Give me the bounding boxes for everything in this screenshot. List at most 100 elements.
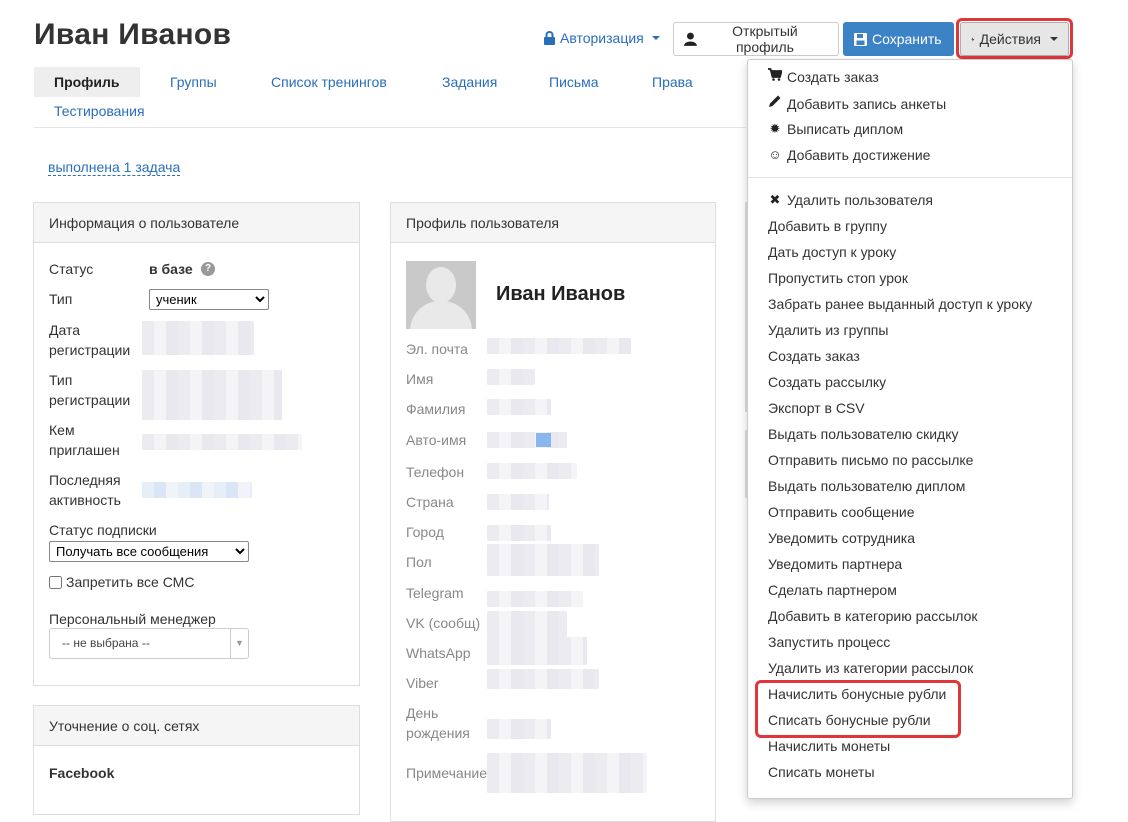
profile-field-birthday-1: День <box>406 705 439 721</box>
menu-item-grant-lesson-access[interactable]: Дать доступ к уроку <box>768 243 896 261</box>
last-activity-label-2: активность <box>49 492 121 508</box>
social-heading: Уточнение о соц. сетях <box>34 706 359 746</box>
menu-item-issue-diploma[interactable]: ✹ Выписать диплом <box>768 120 904 138</box>
actions-dropdown-menu: Создать заказ Добавить запись анкеты ✹ В… <box>747 59 1073 799</box>
redacted-value <box>487 432 567 448</box>
menu-item-create-order[interactable]: Создать заказ <box>768 68 879 86</box>
redacted-value <box>487 338 631 354</box>
tab-trainings[interactable]: Список тренингов <box>271 67 387 97</box>
profile-name: Иван Иванов <box>496 283 626 305</box>
profile-field-phone: Телефон <box>406 464 465 480</box>
tab-rights[interactable]: Права <box>652 67 693 97</box>
redacted-value <box>487 369 535 385</box>
redacted-value <box>487 591 583 607</box>
menu-item-add-achievement[interactable]: ☺ Добавить достижение <box>768 146 930 164</box>
redacted-value <box>487 719 551 739</box>
completed-tasks-link[interactable]: выполнена 1 задача <box>48 159 181 176</box>
save-button[interactable]: Сохранить <box>843 22 954 56</box>
open-profile-label: Открытый профиль <box>732 23 798 55</box>
menu-item-send-mailing-letter[interactable]: Отправить письмо по рассылке <box>768 451 973 469</box>
redacted-value <box>487 637 587 665</box>
menu-item-make-partner[interactable]: Сделать партнером <box>768 581 897 599</box>
reg-date-label-2: регистрации <box>49 342 131 358</box>
profile-field-viber: Viber <box>406 675 439 691</box>
menu-item-skip-stop-lesson[interactable]: Пропустить стоп урок <box>768 269 908 287</box>
menu-item-remove-from-group[interactable]: Удалить из группы <box>768 321 888 339</box>
menu-item-accrue-bonus-rubles[interactable]: Начислить бонусные рубли <box>768 685 946 703</box>
menu-item-add-form-record[interactable]: Добавить запись анкеты <box>768 94 946 113</box>
menu-item-write-off-bonus-rubles[interactable]: Списать бонусные рубли <box>768 711 931 729</box>
no-sms-checkbox[interactable] <box>49 575 62 589</box>
subscription-select[interactable]: Получать все сообщения <box>49 541 249 562</box>
menu-item-label: Добавить запись анкеты <box>787 95 947 112</box>
profile-field-country: Страна <box>406 494 454 510</box>
last-activity-label-1: Последняя <box>49 472 121 488</box>
open-profile-button[interactable]: Открытый профиль <box>673 22 839 56</box>
profile-field-last-name: Фамилия <box>406 401 466 417</box>
menu-item-add-to-mailing-category[interactable]: Добавить в категорию рассылок <box>768 607 978 625</box>
status-value: в базе <box>149 261 193 277</box>
menu-item-create-mailing[interactable]: Создать рассылку <box>768 373 886 391</box>
menu-item-give-discount[interactable]: Выдать пользователю скидку <box>768 425 959 443</box>
manager-combobox[interactable]: -- не выбрана -- ▼ <box>49 628 249 659</box>
auth-label: Авторизация <box>560 30 644 46</box>
tab-testing[interactable]: Тестирования <box>54 96 145 126</box>
menu-item-notify-employee[interactable]: Уведомить сотрудника <box>768 529 915 547</box>
manager-value: -- не выбрана -- <box>62 636 150 650</box>
actions-dropdown-button[interactable]: Действия <box>960 22 1069 56</box>
user-type-select[interactable]: ученик <box>149 289 269 310</box>
subscription-label: Статус подписки <box>49 522 157 538</box>
status-label: Статус <box>49 261 94 277</box>
menu-item-revoke-lesson-access[interactable]: Забрать ранее выданный доступ к уроку <box>768 295 1032 313</box>
menu-item-label: Удалить пользователя <box>787 192 933 208</box>
menu-item-start-process[interactable]: Запустить процесс <box>768 633 890 651</box>
user-icon <box>684 32 697 46</box>
chevron-down-icon: ▼ <box>230 629 248 658</box>
pencil-icon <box>768 94 782 113</box>
profile-field-telegram: Telegram <box>406 585 464 601</box>
floppy-icon <box>854 32 867 46</box>
no-sms-checkbox-label[interactable]: Запретить все СМС <box>49 574 194 590</box>
menu-item-notify-partner[interactable]: Уведомить партнера <box>768 555 902 573</box>
menu-divider <box>748 177 1072 178</box>
menu-item-label: Добавить достижение <box>787 147 931 163</box>
profile-panel: Профиль пользователя Иван Иванов Эл. поч… <box>390 202 716 822</box>
redacted-value <box>142 482 252 498</box>
tab-groups[interactable]: Группы <box>170 67 217 97</box>
smile-icon: ☺ <box>768 147 782 162</box>
menu-item-give-diploma[interactable]: Выдать пользователю диплом <box>768 477 965 495</box>
menu-item-create-order-2[interactable]: Создать заказ <box>768 347 860 365</box>
profile-field-email: Эл. почта <box>406 341 468 357</box>
menu-item-remove-from-mailing-category[interactable]: Удалить из категории рассылок <box>768 659 973 677</box>
menu-item-export-csv[interactable]: Экспорт в CSV <box>768 399 865 417</box>
user-info-heading: Информация о пользователе <box>34 203 359 243</box>
profile-field-whatsapp: WhatsApp <box>406 645 471 661</box>
profile-field-first-name: Имя <box>406 371 434 387</box>
lock-icon <box>544 31 555 45</box>
chevron-down-icon <box>1050 37 1058 41</box>
auth-dropdown[interactable]: Авторизация <box>543 30 660 46</box>
menu-item-add-to-group[interactable]: Добавить в группу <box>768 217 887 235</box>
menu-item-accrue-coins[interactable]: Начислить монеты <box>768 737 890 755</box>
question-icon[interactable]: ? <box>201 262 215 276</box>
menu-item-label: Создать заказ <box>787 69 879 85</box>
profile-field-vk: VK (сообщ) <box>406 615 481 631</box>
redacted-value <box>487 463 577 479</box>
menu-item-delete-user[interactable]: ✖ Удалить пользователя <box>768 191 933 209</box>
profile-field-gender: Пол <box>406 554 432 570</box>
redacted-value <box>142 321 254 355</box>
menu-item-write-off-coins[interactable]: Списать монеты <box>768 763 875 781</box>
redacted-value <box>536 433 551 447</box>
chevron-down-icon <box>651 36 660 40</box>
profile-field-city: Город <box>406 524 444 540</box>
redacted-value <box>487 669 599 689</box>
invited-label-1: Кем <box>49 422 75 438</box>
reg-type-label-2: регистрации <box>49 392 131 408</box>
redacted-value <box>487 753 647 793</box>
user-info-panel: Информация о пользователе Статус в базе … <box>33 202 360 686</box>
tab-tasks[interactable]: Задания <box>442 67 497 97</box>
page-title: Иван Иванов <box>34 18 232 51</box>
menu-item-send-message[interactable]: Отправить сообщение <box>768 503 915 521</box>
tab-profile[interactable]: Профиль <box>34 67 140 97</box>
tab-letters[interactable]: Письма <box>549 67 599 97</box>
